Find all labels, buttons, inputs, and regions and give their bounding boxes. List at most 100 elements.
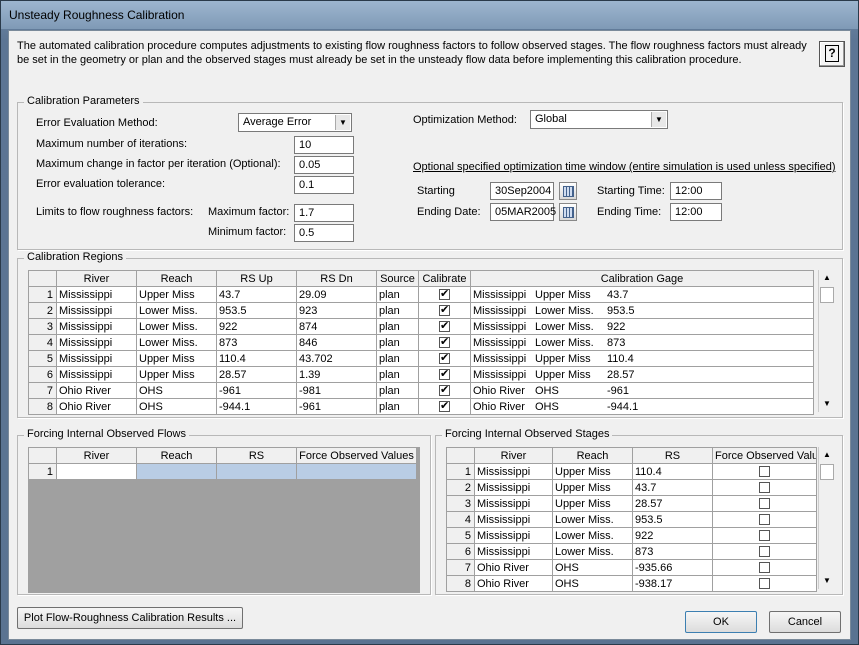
ending-date-calendar-button[interactable] (559, 203, 577, 221)
rs-cell[interactable]: 110.4 (632, 463, 713, 480)
table-row[interactable]: 5MississippiUpper Miss110.443.702planMis… (28, 350, 814, 367)
river-cell[interactable]: Ohio River (56, 398, 137, 415)
rs-dn-cell[interactable]: -981 (296, 382, 377, 399)
reach-cell[interactable]: Lower Miss. (552, 511, 633, 528)
max-iterations-input[interactable]: 10 (294, 136, 354, 154)
river-cell[interactable]: Mississippi (474, 495, 553, 512)
reach-cell[interactable]: OHS (136, 382, 217, 399)
force-observed-checkbox[interactable] (759, 562, 770, 574)
force-observed-cell[interactable] (712, 495, 817, 512)
tolerance-input[interactable]: 0.1 (294, 176, 354, 194)
starting-date-input[interactable]: 30Sep2004 (490, 182, 554, 200)
reach-cell[interactable]: Lower Miss. (136, 334, 217, 351)
calibrate-checkbox[interactable] (439, 368, 450, 381)
force-observed-cell[interactable] (712, 511, 817, 528)
table-row[interactable]: 1MississippiUpper Miss43.729.09planMissi… (28, 286, 814, 303)
rs-cell[interactable]: 953.5 (632, 511, 713, 528)
river-cell[interactable]: Mississippi (474, 463, 553, 480)
river-cell[interactable]: Ohio River (56, 382, 137, 399)
river-cell[interactable]: Mississippi (56, 318, 137, 335)
river-cell[interactable]: Ohio River (474, 575, 553, 592)
river-cell[interactable]: Mississippi (56, 302, 137, 319)
source-cell[interactable]: plan (376, 366, 419, 383)
reach-cell[interactable]: Upper Miss (552, 463, 633, 480)
reach-cell[interactable]: Lower Miss. (552, 527, 633, 544)
scroll-up-icon[interactable]: ▲ (819, 270, 835, 286)
reach-cell[interactable]: Lower Miss. (136, 318, 217, 335)
opt-method-select[interactable]: Global ▼ (530, 110, 668, 129)
source-cell[interactable]: plan (376, 382, 419, 399)
force-observed-checkbox[interactable] (759, 514, 770, 526)
rs-dn-cell[interactable]: 874 (296, 318, 377, 335)
table-row[interactable]: 2MississippiLower Miss.953.5923planMissi… (28, 302, 814, 319)
table-row[interactable]: 3 Mississippi Upper Miss 28.57 (446, 495, 817, 512)
table-row[interactable]: 8Ohio RiverOHS-944.1-961planOhio RiverOH… (28, 398, 814, 415)
rs-up-cell[interactable]: 43.7 (216, 286, 297, 303)
scroll-down-icon[interactable]: ▼ (819, 573, 835, 589)
title-bar[interactable]: Unsteady Roughness Calibration (1, 1, 858, 29)
max-change-input[interactable]: 0.05 (294, 156, 354, 174)
table-row[interactable]: 8 Ohio River OHS -938.17 (446, 575, 817, 592)
reach-cell[interactable]: OHS (552, 575, 633, 592)
calibrate-cell[interactable] (418, 398, 471, 415)
source-cell[interactable]: plan (376, 302, 419, 319)
max-factor-input[interactable]: 1.7 (294, 204, 354, 222)
column-header[interactable]: Calibrate (418, 270, 471, 287)
rs-cell[interactable] (216, 463, 297, 480)
column-header[interactable]: RS Up (216, 270, 297, 287)
source-cell[interactable]: plan (376, 286, 419, 303)
river-cell[interactable]: Mississippi (474, 479, 553, 496)
rs-cell[interactable]: -935.66 (632, 559, 713, 576)
scroll-thumb[interactable] (820, 287, 834, 303)
column-header[interactable]: RS (216, 447, 297, 464)
rs-dn-cell[interactable]: 1.39 (296, 366, 377, 383)
rs-dn-cell[interactable]: -961 (296, 398, 377, 415)
stages-scrollbar[interactable]: ▲ ▼ (818, 447, 835, 589)
reach-cell[interactable]: Upper Miss (136, 350, 217, 367)
calibrate-checkbox[interactable] (439, 400, 450, 413)
table-row[interactable]: 4MississippiLower Miss.873846planMississ… (28, 334, 814, 351)
rs-dn-cell[interactable]: 29.09 (296, 286, 377, 303)
force-observed-cell[interactable] (712, 543, 817, 560)
rs-up-cell[interactable]: 110.4 (216, 350, 297, 367)
ending-time-input[interactable]: 12:00 (670, 203, 722, 221)
column-header[interactable]: Reach (552, 447, 633, 464)
ending-date-input[interactable]: 05MAR2005 (490, 203, 556, 221)
table-row[interactable]: 6 Mississippi Lower Miss. 873 (446, 543, 817, 560)
plot-results-button[interactable]: Plot Flow-Roughness Calibration Results … (17, 607, 243, 629)
table-row[interactable]: 1 (28, 463, 417, 480)
river-cell[interactable]: Mississippi (474, 543, 553, 560)
column-header[interactable]: Source (376, 270, 419, 287)
table-row[interactable]: 3MississippiLower Miss.922874planMississ… (28, 318, 814, 335)
reach-cell[interactable] (136, 463, 217, 480)
reach-cell[interactable]: Lower Miss. (552, 543, 633, 560)
reach-cell[interactable]: OHS (552, 559, 633, 576)
calibration-gage-cell[interactable]: Mississippi Lower Miss. 873 (470, 334, 814, 351)
column-header[interactable]: RS (632, 447, 713, 464)
table-row[interactable]: 5 Mississippi Lower Miss. 922 (446, 527, 817, 544)
min-factor-input[interactable]: 0.5 (294, 224, 354, 242)
calibrate-cell[interactable] (418, 366, 471, 383)
rs-dn-cell[interactable]: 923 (296, 302, 377, 319)
table-row[interactable]: 7 Ohio River OHS -935.66 (446, 559, 817, 576)
force-observed-cell[interactable] (712, 527, 817, 544)
force-observed-cell[interactable] (712, 479, 817, 496)
reach-cell[interactable]: Upper Miss (552, 479, 633, 496)
scroll-up-icon[interactable]: ▲ (819, 447, 835, 463)
calibrate-cell[interactable] (418, 382, 471, 399)
source-cell[interactable]: plan (376, 398, 419, 415)
force-observed-checkbox[interactable] (759, 530, 770, 542)
calibration-gage-cell[interactable]: Mississippi Upper Miss 110.4 (470, 350, 814, 367)
river-cell[interactable] (56, 463, 137, 480)
reach-cell[interactable]: OHS (136, 398, 217, 415)
column-header[interactable]: River (56, 270, 137, 287)
source-cell[interactable]: plan (376, 318, 419, 335)
force-observed-checkbox[interactable] (759, 498, 770, 510)
table-row[interactable]: 1 Mississippi Upper Miss 110.4 (446, 463, 817, 480)
chevron-down-icon[interactable]: ▼ (651, 112, 666, 127)
calibrate-cell[interactable] (418, 318, 471, 335)
calibrate-checkbox[interactable] (439, 304, 450, 317)
reach-cell[interactable]: Upper Miss (136, 286, 217, 303)
calibrate-cell[interactable] (418, 286, 471, 303)
force-observed-cell[interactable] (712, 575, 817, 592)
